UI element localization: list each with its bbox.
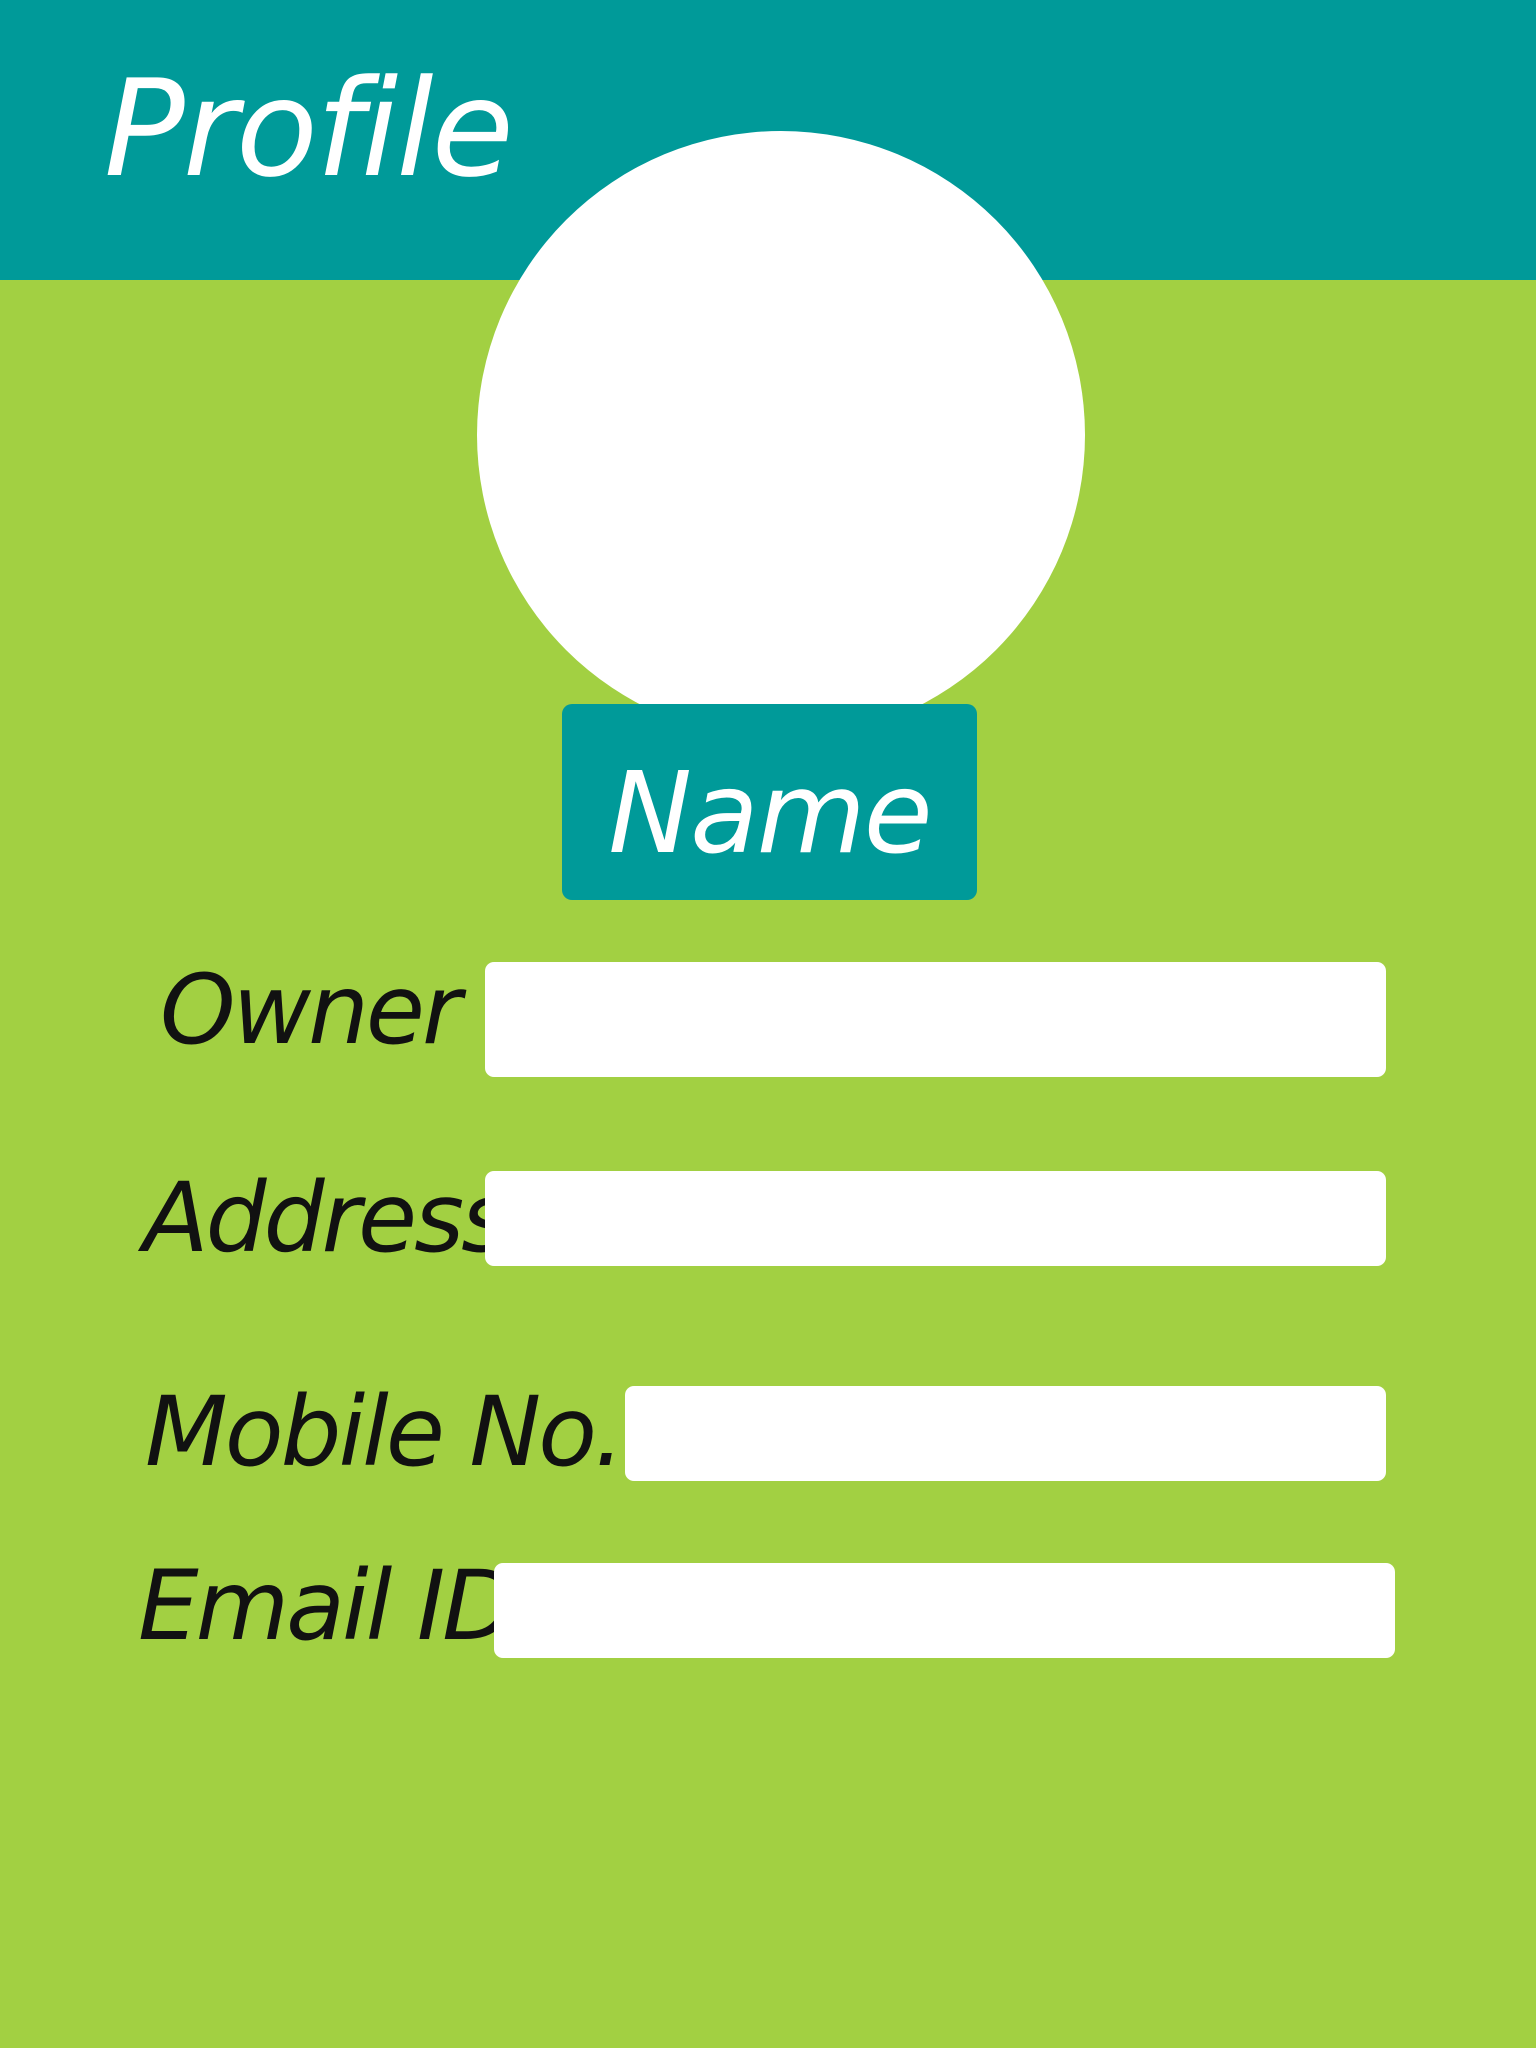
mobile-number-label: Mobile No. (145, 1376, 624, 1488)
email-id-input[interactable] (494, 1563, 1395, 1658)
page-title: Profile (104, 51, 514, 207)
owner-input[interactable] (485, 962, 1386, 1077)
name-badge: Name (562, 704, 977, 900)
avatar[interactable] (477, 131, 1085, 739)
mobile-number-input[interactable] (625, 1386, 1386, 1481)
name-label: Name (608, 749, 932, 879)
address-input[interactable] (485, 1171, 1386, 1266)
owner-label: Owner (160, 954, 461, 1066)
email-id-label: Email ID (138, 1550, 516, 1662)
address-label: Address (143, 1162, 511, 1274)
